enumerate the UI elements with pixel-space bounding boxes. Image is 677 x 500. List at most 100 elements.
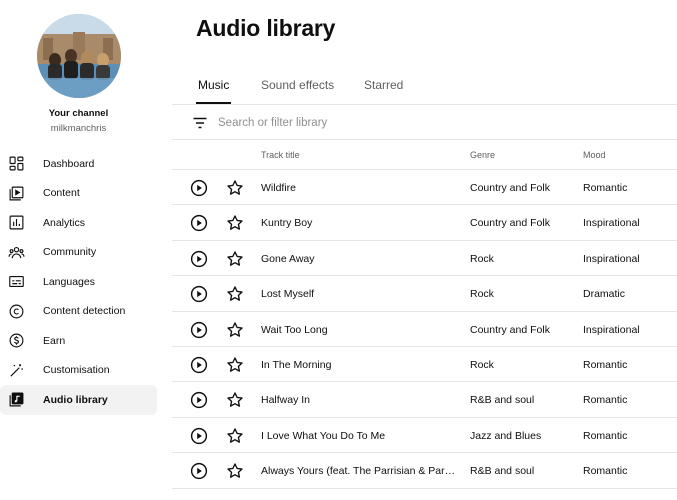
track-genre: Country and Folk <box>470 182 550 194</box>
track-mood: Romantic <box>583 429 628 442</box>
track-genre: R&B and soul <box>470 394 535 407</box>
track-title: I Love What You Do To Me <box>261 429 386 442</box>
sidebar-item-label: Dashboard <box>43 157 95 170</box>
table-row[interactable]: Always Yours (feat. The Parrisian & Parr… <box>172 453 677 489</box>
table-row[interactable]: Lost Myself Rock Dramatic <box>172 276 677 312</box>
track-genre: Country and Folk <box>470 323 550 336</box>
track-mood: Inspirational <box>583 252 640 265</box>
star-icon[interactable] <box>226 356 244 374</box>
track-title: In The Morning <box>261 358 332 371</box>
search-input[interactable] <box>218 113 638 133</box>
channel-label: Your channel <box>48 108 109 119</box>
track-genre: Rock <box>470 288 494 301</box>
track-title: Halfway In <box>261 394 311 407</box>
play-icon[interactable] <box>190 427 208 445</box>
tab-sound-effects[interactable]: Sound effects <box>261 78 334 104</box>
track-genre: Rock <box>470 358 494 371</box>
audio-library-icon <box>8 391 25 408</box>
track-title: Kuntry Boy <box>261 217 313 230</box>
community-icon <box>8 244 25 261</box>
play-icon[interactable] <box>190 285 208 303</box>
track-mood: Dramatic <box>583 288 626 301</box>
table-row[interactable]: I Love What You Do To Me Jazz and Blues Ro… <box>172 418 677 454</box>
sidebar-item-label: Analytics <box>43 216 86 229</box>
tab-music[interactable]: Music <box>195 78 232 104</box>
play-icon[interactable] <box>190 250 208 268</box>
play-icon[interactable] <box>190 214 208 232</box>
filter-bar <box>172 105 677 140</box>
track-title: Wildfire <box>261 182 297 194</box>
star-icon[interactable] <box>226 321 244 339</box>
track-mood: Romantic <box>583 182 628 194</box>
filter-icon[interactable] <box>192 115 208 131</box>
column-header-title[interactable]: Track title <box>261 150 300 160</box>
main-panel: Audio library Music Sound effects Starre… <box>172 0 677 500</box>
page-title: Audio library <box>196 15 336 41</box>
play-icon[interactable] <box>190 356 208 374</box>
sidebar-item-analytics[interactable]: Analytics <box>0 208 157 238</box>
track-title: Lost Myself <box>261 288 315 301</box>
column-header-genre[interactable]: Genre <box>470 150 495 160</box>
track-genre: Jazz and Blues <box>470 429 542 442</box>
play-icon[interactable] <box>190 179 208 197</box>
track-genre: Rock <box>470 252 494 265</box>
copyright-icon <box>8 303 25 320</box>
table-row[interactable]: Gone Away Rock Inspirational <box>172 241 677 277</box>
play-icon[interactable] <box>190 462 208 480</box>
table-row[interactable]: Halfway In R&B and soul Romantic <box>172 382 677 418</box>
table-row[interactable]: Wait Too Long Country and Folk Inspiration… <box>172 312 677 347</box>
play-icon[interactable] <box>190 391 208 409</box>
table-header: Track title Genre Mood <box>172 140 677 170</box>
dollar-icon <box>8 332 25 349</box>
star-icon[interactable] <box>226 427 244 445</box>
sidebar-item-label: Audio library <box>43 393 108 406</box>
sidebar-item-audio-library[interactable]: Audio library <box>0 385 157 415</box>
tab-bar: Music Sound effects Starred <box>195 78 677 105</box>
magic-wand-icon <box>8 362 25 379</box>
sidebar-item-languages[interactable]: Languages <box>0 267 157 297</box>
sidebar-item-earn[interactable]: Earn <box>0 326 157 356</box>
star-icon[interactable] <box>226 179 244 197</box>
sidebar-nav: Dashboard Content Analytics Community La… <box>0 149 157 415</box>
sidebar-item-label: Content <box>43 187 80 200</box>
sidebar-item-content-detection[interactable]: Content detection <box>0 297 157 327</box>
channel-handle: milkmanchris <box>50 123 107 134</box>
sidebar-item-label: Content detection <box>43 305 126 318</box>
column-header-mood[interactable]: Mood <box>583 150 606 160</box>
content-icon <box>8 185 25 202</box>
star-icon[interactable] <box>226 214 244 232</box>
table-body: Wildfire Country and Folk Romantic Kuntry B… <box>172 170 677 489</box>
sidebar-item-community[interactable]: Community <box>0 238 157 268</box>
star-icon[interactable] <box>226 391 244 409</box>
track-title: Wait Too Long <box>261 323 328 336</box>
sidebar-item-customisation[interactable]: Customisation <box>0 356 157 386</box>
sidebar-item-label: Languages <box>43 275 95 288</box>
star-icon[interactable] <box>226 462 244 480</box>
channel-avatar-photo <box>37 14 121 98</box>
analytics-icon <box>8 214 25 231</box>
track-genre: Country and Folk <box>470 217 550 230</box>
track-title: Gone Away <box>261 252 315 265</box>
star-icon[interactable] <box>226 250 244 268</box>
sidebar-item-content[interactable]: Content <box>0 179 157 209</box>
languages-icon <box>8 273 25 290</box>
track-mood: Romantic <box>583 465 628 478</box>
track-mood: Inspirational <box>583 323 640 336</box>
table-row[interactable]: In The Morning Rock Romantic <box>172 347 677 383</box>
track-mood: Romantic <box>583 358 628 371</box>
tab-starred[interactable]: Starred <box>364 78 403 104</box>
sidebar: Your channel milkmanchris Dashboard Cont… <box>0 0 165 500</box>
star-icon[interactable] <box>226 285 244 303</box>
channel-avatar[interactable] <box>37 14 121 98</box>
track-mood: Inspirational <box>583 217 640 230</box>
track-mood: Romantic <box>583 394 628 407</box>
tracks-table: Track title Genre Mood Wildfire Country a… <box>172 140 677 489</box>
table-row[interactable]: Wildfire Country and Folk Romantic <box>172 170 677 206</box>
table-row[interactable]: Kuntry Boy Country and Folk Inspirational <box>172 205 677 241</box>
dashboard-icon <box>8 155 25 172</box>
track-title: Always Yours (feat. The Parrisian & Parr… <box>261 465 456 478</box>
sidebar-item-label: Community <box>43 246 97 259</box>
play-icon[interactable] <box>190 321 208 339</box>
track-genre: R&B and soul <box>470 465 535 478</box>
sidebar-item-dashboard[interactable]: Dashboard <box>0 149 157 179</box>
